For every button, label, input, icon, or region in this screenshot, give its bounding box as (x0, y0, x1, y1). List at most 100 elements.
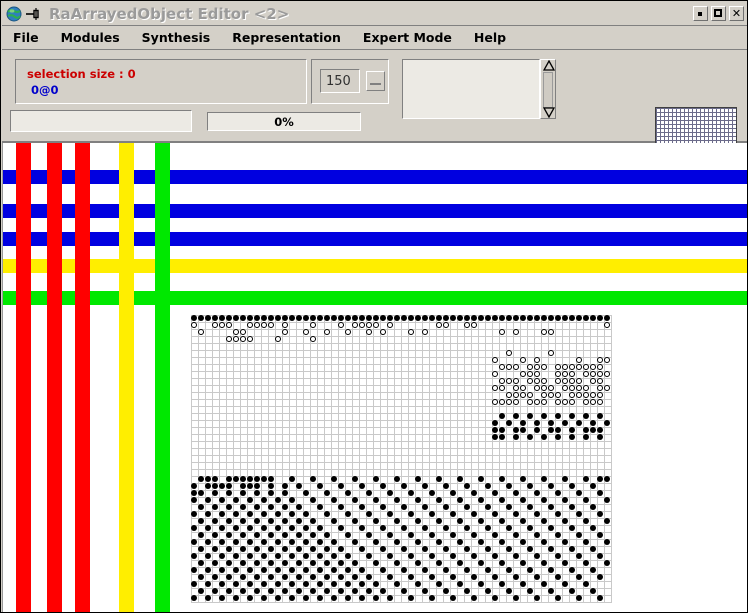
filled-dot[interactable] (351, 475, 359, 483)
filled-dot[interactable] (204, 566, 212, 574)
filled-dot[interactable] (533, 573, 541, 581)
filled-dot[interactable] (568, 566, 576, 574)
filled-dot[interactable] (470, 489, 478, 497)
open-dot[interactable] (267, 321, 275, 329)
filled-dot[interactable] (323, 510, 331, 518)
filled-dot[interactable] (246, 510, 254, 518)
filled-dot[interactable] (498, 496, 506, 504)
filled-dot[interactable] (386, 489, 394, 497)
open-dot[interactable] (211, 321, 219, 329)
filled-dot[interactable] (211, 517, 219, 525)
filled-dot[interactable] (330, 552, 338, 560)
filled-dot[interactable] (575, 531, 583, 539)
filled-dot[interactable] (351, 559, 359, 567)
filled-dot[interactable] (589, 587, 597, 595)
open-dot[interactable] (491, 384, 499, 392)
open-dot[interactable] (554, 377, 562, 385)
filled-dot[interactable] (491, 531, 499, 539)
filled-dot[interactable] (421, 545, 429, 553)
filled-dot[interactable] (344, 594, 352, 602)
filled-dot[interactable] (449, 573, 457, 581)
filled-dot[interactable] (302, 552, 310, 560)
filled-dot[interactable] (197, 503, 205, 511)
open-dot[interactable] (533, 377, 541, 385)
filled-dot[interactable] (309, 587, 317, 595)
filled-dot[interactable] (435, 475, 443, 483)
filled-dot[interactable] (547, 545, 555, 553)
filled-dot[interactable] (519, 426, 527, 434)
filled-dot[interactable] (491, 510, 499, 518)
filled-dot[interactable] (582, 412, 590, 420)
open-dot[interactable] (582, 398, 590, 406)
filled-dot[interactable] (309, 559, 317, 567)
filled-dot[interactable] (400, 524, 408, 532)
filled-dot[interactable] (582, 517, 590, 525)
filled-dot[interactable] (575, 510, 583, 518)
filled-dot[interactable] (526, 524, 534, 532)
filled-dot[interactable] (603, 559, 611, 567)
filled-dot[interactable] (225, 489, 233, 497)
filled-dot[interactable] (400, 545, 408, 553)
filled-dot[interactable] (330, 517, 338, 525)
filled-dot[interactable] (568, 426, 576, 434)
open-dot[interactable] (596, 391, 604, 399)
filled-dot[interactable] (267, 503, 275, 511)
filled-dot[interactable] (204, 580, 212, 588)
filled-dot[interactable] (302, 566, 310, 574)
filled-dot[interactable] (204, 482, 212, 490)
open-dot[interactable] (309, 335, 317, 343)
filled-dot[interactable] (421, 482, 429, 490)
filled-dot[interactable] (365, 573, 373, 581)
filled-dot[interactable] (442, 587, 450, 595)
filled-dot[interactable] (309, 496, 317, 504)
filled-dot[interactable] (351, 538, 359, 546)
open-dot[interactable] (519, 356, 527, 364)
filled-dot[interactable] (589, 566, 597, 574)
filled-dot[interactable] (365, 587, 373, 595)
filled-dot[interactable] (526, 587, 534, 595)
filled-dot[interactable] (456, 538, 464, 546)
filled-dot[interactable] (561, 517, 569, 525)
filled-dot[interactable] (442, 566, 450, 574)
filled-dot[interactable] (463, 566, 471, 574)
open-dot[interactable] (596, 377, 604, 385)
filled-dot[interactable] (351, 517, 359, 525)
filled-dot[interactable] (379, 545, 387, 553)
filled-dot[interactable] (246, 524, 254, 532)
filled-dot[interactable] (316, 594, 324, 602)
filled-dot[interactable] (491, 433, 499, 441)
filled-dot[interactable] (561, 559, 569, 567)
filled-dot[interactable] (596, 573, 604, 581)
filled-dot[interactable] (589, 426, 597, 434)
open-dot[interactable] (512, 328, 520, 336)
filled-dot[interactable] (519, 475, 527, 483)
filled-dot[interactable] (575, 552, 583, 560)
filled-dot[interactable] (484, 566, 492, 574)
filled-dot[interactable] (533, 552, 541, 560)
open-dot[interactable] (351, 321, 359, 329)
filled-dot[interactable] (561, 419, 569, 427)
filled-dot[interactable] (260, 566, 268, 574)
filled-dot[interactable] (288, 510, 296, 518)
filled-dot[interactable] (302, 594, 310, 602)
open-dot[interactable] (386, 321, 394, 329)
open-dot[interactable] (323, 328, 331, 336)
filled-dot[interactable] (477, 559, 485, 567)
filled-dot[interactable] (526, 412, 534, 420)
menu-item-synthesis[interactable]: Synthesis (133, 27, 220, 48)
filled-dot[interactable] (246, 538, 254, 546)
filled-dot[interactable] (470, 552, 478, 560)
open-dot[interactable] (582, 391, 590, 399)
filled-dot[interactable] (330, 538, 338, 546)
filled-dot[interactable] (232, 552, 240, 560)
filled-dot[interactable] (603, 496, 611, 504)
menu-item-expert-mode[interactable]: Expert Mode (354, 27, 461, 48)
open-dot[interactable] (246, 321, 254, 329)
filled-dot[interactable] (267, 475, 275, 483)
open-dot[interactable] (596, 363, 604, 371)
filled-dot[interactable] (568, 524, 576, 532)
filled-dot[interactable] (582, 475, 590, 483)
filled-dot[interactable] (232, 510, 240, 518)
filled-dot[interactable] (267, 559, 275, 567)
filled-dot[interactable] (225, 482, 233, 490)
